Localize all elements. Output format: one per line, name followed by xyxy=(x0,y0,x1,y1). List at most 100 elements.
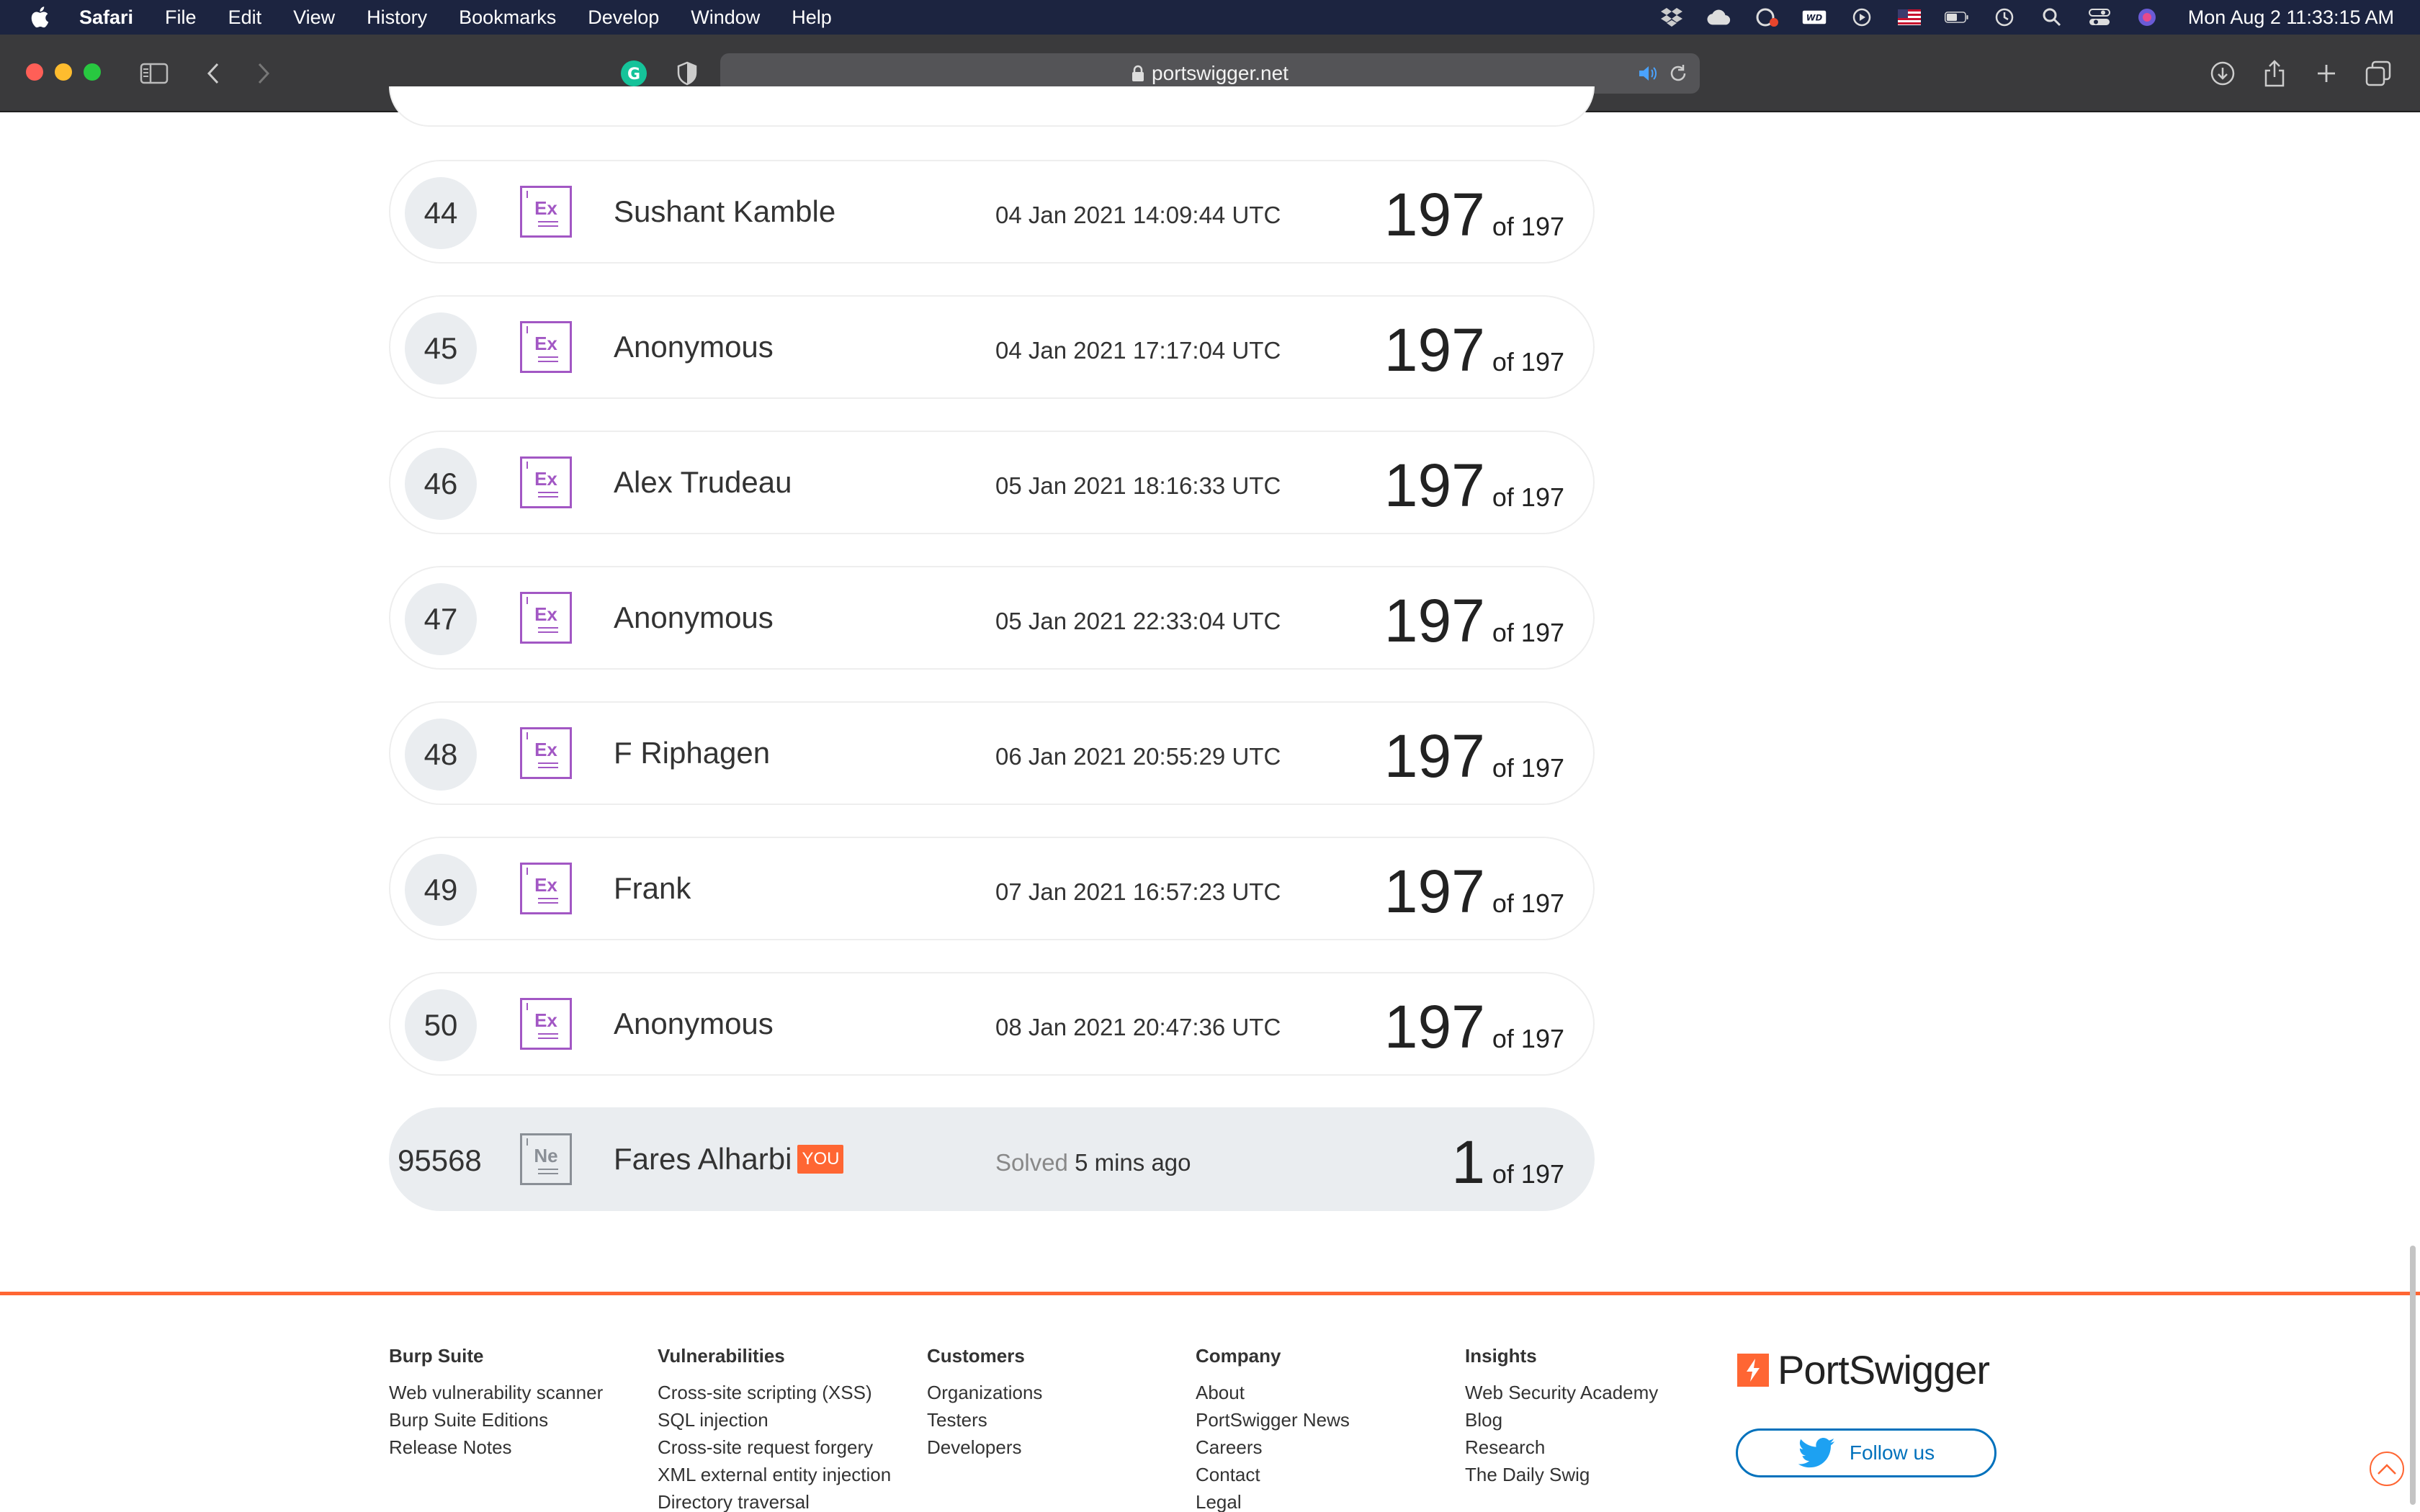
menubar-clock[interactable]: Mon Aug 2 11:33:15 AM xyxy=(2188,6,2394,29)
score-total: of 197 xyxy=(1492,753,1564,783)
footer-link[interactable]: Burp Suite Editions xyxy=(389,1410,603,1429)
footer-link[interactable]: Blog xyxy=(1465,1410,1658,1429)
menu-develop[interactable]: Develop xyxy=(588,6,659,29)
footer-link[interactable]: Cross-site request forgery xyxy=(658,1438,891,1457)
newcomer-badge-icon: Ne xyxy=(520,1133,572,1185)
menu-edit[interactable]: Edit xyxy=(228,6,262,29)
footer-link[interactable]: The Daily Swig xyxy=(1465,1465,1658,1484)
zoom-window-button[interactable] xyxy=(84,63,101,81)
footer-heading: Vulnerabilities xyxy=(658,1345,785,1367)
footer-link[interactable]: Developers xyxy=(927,1438,1042,1457)
footer-link[interactable]: Release Notes xyxy=(389,1438,603,1457)
menu-window[interactable]: Window xyxy=(691,6,760,29)
rank-number: 48 xyxy=(405,719,477,791)
grammarly-extension-icon[interactable]: G xyxy=(617,56,651,91)
solved-time: Solved 5 mins ago xyxy=(995,1149,1191,1176)
minimize-window-button[interactable] xyxy=(55,63,72,81)
menu-history[interactable]: History xyxy=(367,6,427,29)
menu-app-safari[interactable]: Safari xyxy=(79,6,133,29)
solved-date: 04 Jan 2021 17:17:04 UTC xyxy=(995,337,1281,364)
solved-label: Solved xyxy=(995,1149,1068,1176)
solved-date: 06 Jan 2021 20:55:29 UTC xyxy=(995,743,1281,770)
siri-icon[interactable] xyxy=(2135,6,2159,28)
portswigger-logo[interactable]: PortSwigger xyxy=(1737,1346,1990,1393)
footer-column-burp-suite: Burp Suite Web vulnerability scanner Bur… xyxy=(389,1345,603,1465)
audio-playing-icon[interactable] xyxy=(1636,62,1659,85)
score-total: of 197 xyxy=(1492,1159,1564,1189)
footer-link[interactable]: Directory traversal xyxy=(658,1493,891,1511)
rank-number: 44 xyxy=(405,177,477,249)
footer-link[interactable]: Organizations xyxy=(927,1383,1042,1402)
new-tab-icon[interactable] xyxy=(2309,56,2344,91)
user-name: Anonymous xyxy=(614,330,774,364)
expert-badge-icon: Ex xyxy=(520,456,572,508)
footer-column-vulnerabilities: Vulnerabilities Cross-site scripting (XS… xyxy=(658,1345,891,1512)
score-total: of 197 xyxy=(1492,347,1564,377)
battery-icon[interactable] xyxy=(1944,6,1969,28)
tab-overview-icon[interactable] xyxy=(2361,56,2396,91)
score: 197 of 197 xyxy=(1384,180,1564,250)
footer-link[interactable]: SQL injection xyxy=(658,1410,891,1429)
follow-us-button[interactable]: Follow us xyxy=(1736,1428,1996,1477)
expert-badge-icon: Ex xyxy=(520,186,572,238)
forward-icon[interactable] xyxy=(246,56,281,91)
score: 197 of 197 xyxy=(1384,315,1564,385)
sync-status-icon[interactable] xyxy=(1754,6,1779,28)
leaderboard-row: 47 Ex Anonymous 05 Jan 2021 22:33:04 UTC… xyxy=(389,566,1595,670)
footer-column-company: Company About PortSwigger News Careers C… xyxy=(1196,1345,1350,1512)
reload-icon[interactable] xyxy=(1667,62,1690,85)
footer-link[interactable]: PortSwigger News xyxy=(1196,1410,1350,1429)
leaderboard-row: 46 Ex Alex Trudeau 05 Jan 2021 18:16:33 … xyxy=(389,431,1595,534)
cloud-icon[interactable] xyxy=(1707,6,1731,28)
footer-link[interactable]: Web Security Academy xyxy=(1465,1383,1658,1402)
expert-badge-icon: Ex xyxy=(520,998,572,1050)
leaderboard-row: 48 Ex F Riphagen 06 Jan 2021 20:55:29 UT… xyxy=(389,701,1595,805)
footer-link[interactable]: Careers xyxy=(1196,1438,1350,1457)
score-value: 197 xyxy=(1384,858,1485,925)
back-icon[interactable] xyxy=(196,56,230,91)
share-icon[interactable] xyxy=(2257,56,2292,91)
close-window-button[interactable] xyxy=(26,63,43,81)
spotlight-search-icon[interactable] xyxy=(2040,6,2064,28)
apple-icon[interactable] xyxy=(29,5,53,30)
window-controls xyxy=(26,63,101,81)
score-total: of 197 xyxy=(1492,618,1564,647)
vertical-scrollbar[interactable] xyxy=(2410,1246,2416,1505)
footer-link[interactable]: Cross-site scripting (XSS) xyxy=(658,1383,891,1402)
score-total: of 197 xyxy=(1492,888,1564,918)
menu-file[interactable]: File xyxy=(165,6,197,29)
menu-view[interactable]: View xyxy=(293,6,335,29)
footer-link[interactable]: Legal xyxy=(1196,1493,1350,1511)
footer-link[interactable]: About xyxy=(1196,1383,1350,1402)
solved-date: 04 Jan 2021 14:09:44 UTC xyxy=(995,202,1281,228)
play-icon[interactable] xyxy=(1850,6,1874,28)
footer-column-customers: Customers Organizations Testers Develope… xyxy=(927,1345,1042,1465)
menu-bookmarks[interactable]: Bookmarks xyxy=(459,6,556,29)
privacy-shield-icon[interactable] xyxy=(670,56,704,91)
score-value: 197 xyxy=(1384,993,1485,1061)
us-flag-icon[interactable] xyxy=(1897,6,1922,28)
control-center-icon[interactable] xyxy=(2087,6,2112,28)
footer-link[interactable]: Web vulnerability scanner xyxy=(389,1383,603,1402)
footer-link[interactable]: XML external entity injection xyxy=(658,1465,891,1484)
footer-heading: Customers xyxy=(927,1345,1025,1367)
downloads-icon[interactable] xyxy=(2205,56,2240,91)
menu-help[interactable]: Help xyxy=(792,6,832,29)
scroll-to-top-icon[interactable] xyxy=(2370,1452,2404,1486)
rank-number: 46 xyxy=(405,448,477,520)
expert-badge-icon: Ex xyxy=(520,321,572,373)
sidebar-toggle-icon[interactable] xyxy=(137,56,171,91)
leaderboard-row: 44 Ex Sushant Kamble 04 Jan 2021 14:09:4… xyxy=(389,160,1595,264)
score-total: of 197 xyxy=(1492,1024,1564,1053)
time-machine-icon[interactable] xyxy=(1992,6,2017,28)
footer-link[interactable]: Contact xyxy=(1196,1465,1350,1484)
expert-badge-icon: Ex xyxy=(520,727,572,779)
solved-date: 05 Jan 2021 22:33:04 UTC xyxy=(995,608,1281,634)
score-total: of 197 xyxy=(1492,482,1564,512)
score: 197 of 197 xyxy=(1384,451,1564,521)
footer-link[interactable]: Testers xyxy=(927,1410,1042,1429)
footer-link[interactable]: Research xyxy=(1465,1438,1658,1457)
wd-drive-icon[interactable]: WD xyxy=(1802,6,1827,28)
solved-ago: 5 mins ago xyxy=(1075,1149,1191,1176)
dropbox-icon[interactable] xyxy=(1659,6,1684,28)
